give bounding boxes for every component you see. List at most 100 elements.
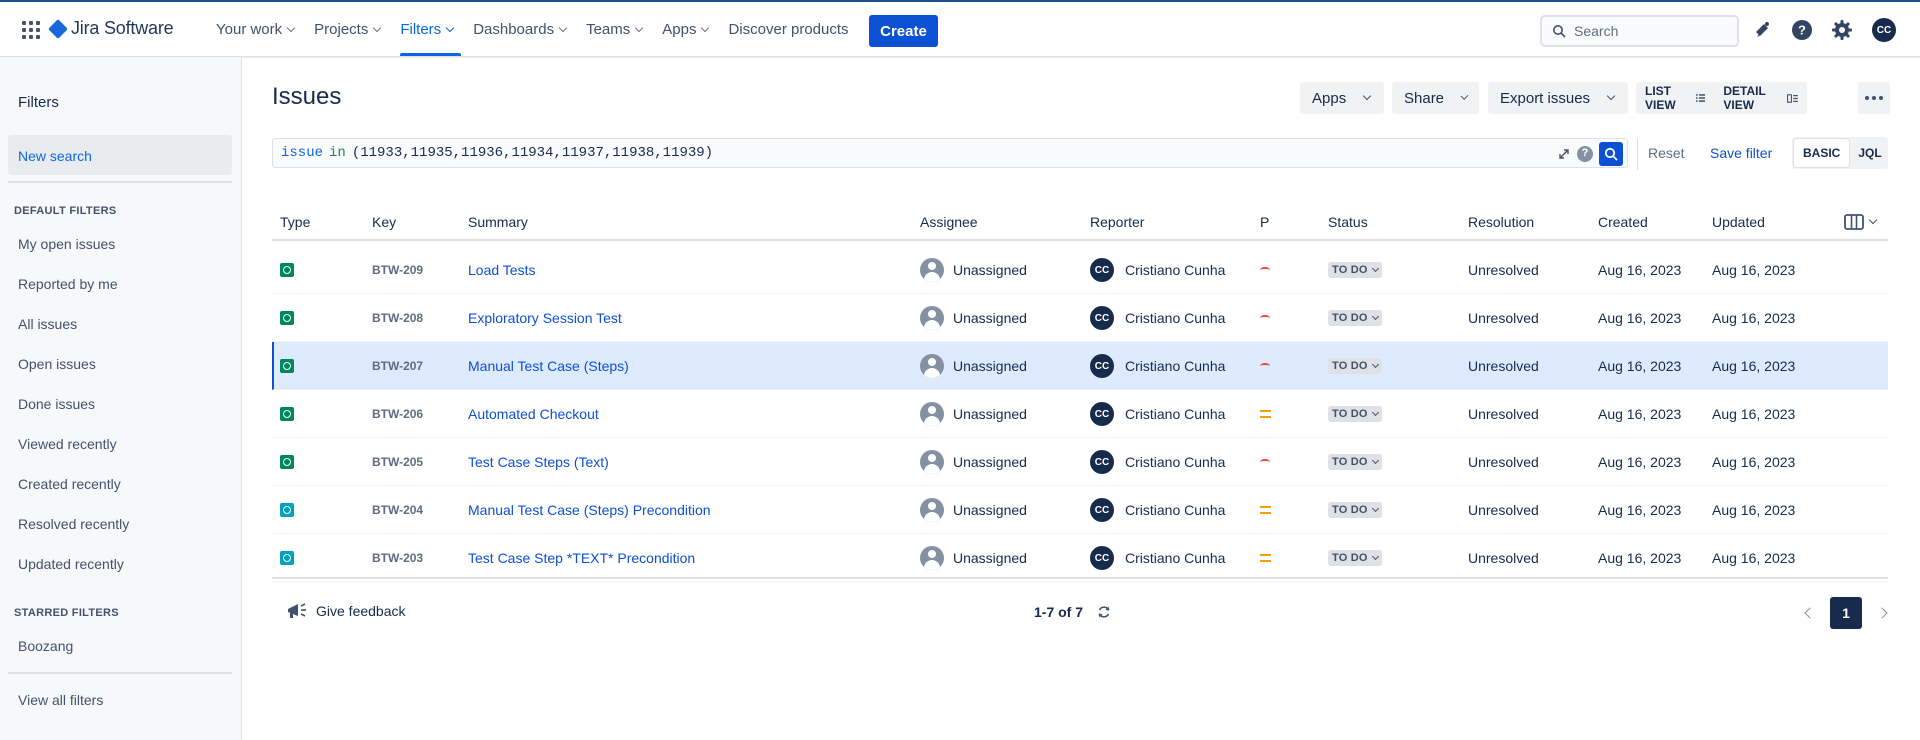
status-dropdown[interactable]: TO DO	[1328, 262, 1382, 278]
detail-view-button[interactable]: DETAIL VIEW	[1714, 82, 1807, 114]
chevron-down-icon	[701, 23, 710, 32]
column-header-updated[interactable]: Updated	[1712, 214, 1765, 230]
nav-label: Projects	[314, 21, 369, 38]
cell-key[interactable]: BTW-205	[372, 438, 423, 486]
create-button[interactable]: Create	[869, 15, 938, 47]
status-dropdown[interactable]: TO DO	[1328, 406, 1382, 422]
notifications-icon[interactable]	[1750, 18, 1774, 42]
column-picker-button[interactable]	[1844, 214, 1878, 230]
cell-assignee: Unassigned	[920, 438, 1027, 486]
share-button[interactable]: Share	[1392, 82, 1479, 114]
sidebar-item-viewed-recently[interactable]: Viewed recently	[18, 436, 117, 452]
sidebar-item-resolved-recently[interactable]: Resolved recently	[18, 516, 129, 532]
list-view-button[interactable]: LIST VIEW	[1636, 82, 1714, 114]
basic-mode-button[interactable]: BASIC	[1794, 139, 1850, 167]
sidebar-divider	[8, 181, 232, 183]
expand-icon[interactable]	[1557, 147, 1571, 161]
reset-button[interactable]: Reset	[1648, 145, 1685, 161]
jql-query-input[interactable]: issue in (11933,11935,11936,11934,11937,…	[272, 138, 1628, 168]
cell-summary[interactable]: Exploratory Session Test	[468, 294, 622, 342]
cell-summary[interactable]: Manual Test Case (Steps) Precondition	[468, 486, 711, 534]
column-header-status[interactable]: Status	[1328, 214, 1368, 230]
more-actions-button[interactable]	[1858, 82, 1890, 114]
settings-icon[interactable]	[1830, 18, 1854, 42]
status-dropdown[interactable]: TO DO	[1328, 310, 1382, 326]
cell-type	[280, 534, 294, 582]
give-feedback-button[interactable]: Give feedback	[286, 601, 406, 621]
cell-key[interactable]: BTW-203	[372, 534, 423, 582]
cell-key[interactable]: BTW-207	[372, 342, 423, 390]
global-search[interactable]	[1540, 15, 1739, 47]
user-avatar[interactable]: CC	[1872, 18, 1896, 42]
help-icon[interactable]: ?	[1790, 18, 1814, 42]
app-switcher-icon[interactable]	[20, 19, 42, 41]
megaphone-icon	[288, 603, 306, 618]
cell-key[interactable]: BTW-204	[372, 486, 423, 534]
refresh-icon[interactable]	[1097, 605, 1111, 619]
column-header-assignee[interactable]: Assignee	[920, 214, 978, 230]
table-row[interactable]: BTW-207 Manual Test Case (Steps) Unassigne…	[272, 342, 1888, 390]
cell-summary[interactable]: Load Tests	[468, 246, 535, 294]
cell-summary[interactable]: Test Case Step *TEXT* Precondition	[468, 534, 695, 582]
table-row[interactable]: BTW-204 Manual Test Case (Steps) Precondi…	[272, 486, 1888, 534]
table-row[interactable]: BTW-208 Exploratory Session Test Unassigne…	[272, 294, 1888, 342]
table-row[interactable]: BTW-206 Automated Checkout Unassigned CC Cri…	[272, 390, 1888, 438]
jira-logo[interactable]: Jira Software	[48, 18, 174, 39]
sidebar-item-created-recently[interactable]: Created recently	[18, 476, 121, 492]
cell-summary[interactable]: Manual Test Case (Steps)	[468, 342, 629, 390]
apps-button[interactable]: Apps	[1300, 82, 1384, 114]
column-header-resolution[interactable]: Resolution	[1468, 214, 1534, 230]
status-dropdown[interactable]: TO DO	[1328, 502, 1382, 518]
unassigned-avatar-icon	[920, 450, 944, 474]
sidebar-item-boozang[interactable]: Boozang	[18, 638, 73, 654]
table-row[interactable]: BTW-205 Test Case Steps (Text) Unassigned C…	[272, 438, 1888, 486]
nav-dashboards[interactable]: Dashboards	[463, 2, 576, 57]
cell-priority	[1260, 342, 1270, 390]
assignee-name: Unassigned	[953, 454, 1027, 470]
status-dropdown[interactable]: TO DO	[1328, 358, 1382, 374]
column-header-created[interactable]: Created	[1598, 214, 1648, 230]
cell-key[interactable]: BTW-209	[372, 246, 423, 294]
sidebar-item-reported-by-me[interactable]: Reported by me	[18, 276, 118, 292]
help-icon[interactable]: ?	[1577, 146, 1593, 162]
page-button-current[interactable]: 1	[1830, 597, 1862, 629]
column-header-summary[interactable]: Summary	[468, 214, 528, 230]
table-row[interactable]: BTW-203 Test Case Step *TEXT* Preconditio…	[272, 534, 1888, 582]
more-dot-icon	[1872, 96, 1876, 100]
sidebar-item-open-issues[interactable]: Open issues	[18, 356, 96, 372]
svg-text:?: ?	[1798, 23, 1806, 38]
chevron-right-icon[interactable]	[1876, 607, 1888, 619]
reporter-name: Cristiano Cunha	[1125, 358, 1226, 374]
column-header-reporter[interactable]: Reporter	[1090, 214, 1144, 230]
sidebar-item-updated-recently[interactable]: Updated recently	[18, 556, 124, 572]
nav-your-work[interactable]: Your work	[206, 2, 304, 57]
cell-summary[interactable]: Test Case Steps (Text)	[468, 438, 609, 486]
status-dropdown[interactable]: TO DO	[1328, 550, 1382, 566]
nav-filters[interactable]: Filters	[390, 2, 463, 57]
status-dropdown[interactable]: TO DO	[1328, 454, 1382, 470]
column-header-priority[interactable]: P	[1260, 214, 1269, 230]
sidebar-item-my-open-issues[interactable]: My open issues	[18, 236, 115, 252]
chevron-left-icon[interactable]	[1804, 607, 1816, 619]
cell-summary[interactable]: Automated Checkout	[468, 390, 599, 438]
column-header-type[interactable]: Type	[280, 214, 310, 230]
jira-diamond-icon	[48, 18, 68, 39]
jql-mode-button[interactable]: JQL	[1849, 139, 1890, 167]
detail-view-label: DETAIL VIEW	[1723, 84, 1766, 112]
nav-apps[interactable]: Apps	[652, 2, 718, 57]
sidebar-item-done-issues[interactable]: Done issues	[18, 396, 95, 412]
search-button[interactable]	[1599, 142, 1623, 166]
table-row[interactable]: BTW-209 Load Tests Unassigned CC Cristiano C…	[272, 246, 1888, 294]
nav-discover-products[interactable]: Discover products	[718, 2, 858, 57]
save-filter-button[interactable]: Save filter	[1710, 145, 1772, 161]
column-header-key[interactable]: Key	[372, 214, 396, 230]
view-all-filters-link[interactable]: View all filters	[18, 692, 103, 708]
sidebar-item-all-issues[interactable]: All issues	[18, 316, 77, 332]
export-issues-button[interactable]: Export issues	[1488, 82, 1628, 114]
nav-teams[interactable]: Teams	[576, 2, 652, 57]
cell-key[interactable]: BTW-206	[372, 390, 423, 438]
sidebar-item-new-search-label[interactable]: New search	[18, 148, 92, 164]
nav-projects[interactable]: Projects	[304, 2, 390, 57]
search-input[interactable]	[1574, 23, 1724, 39]
cell-key[interactable]: BTW-208	[372, 294, 423, 342]
